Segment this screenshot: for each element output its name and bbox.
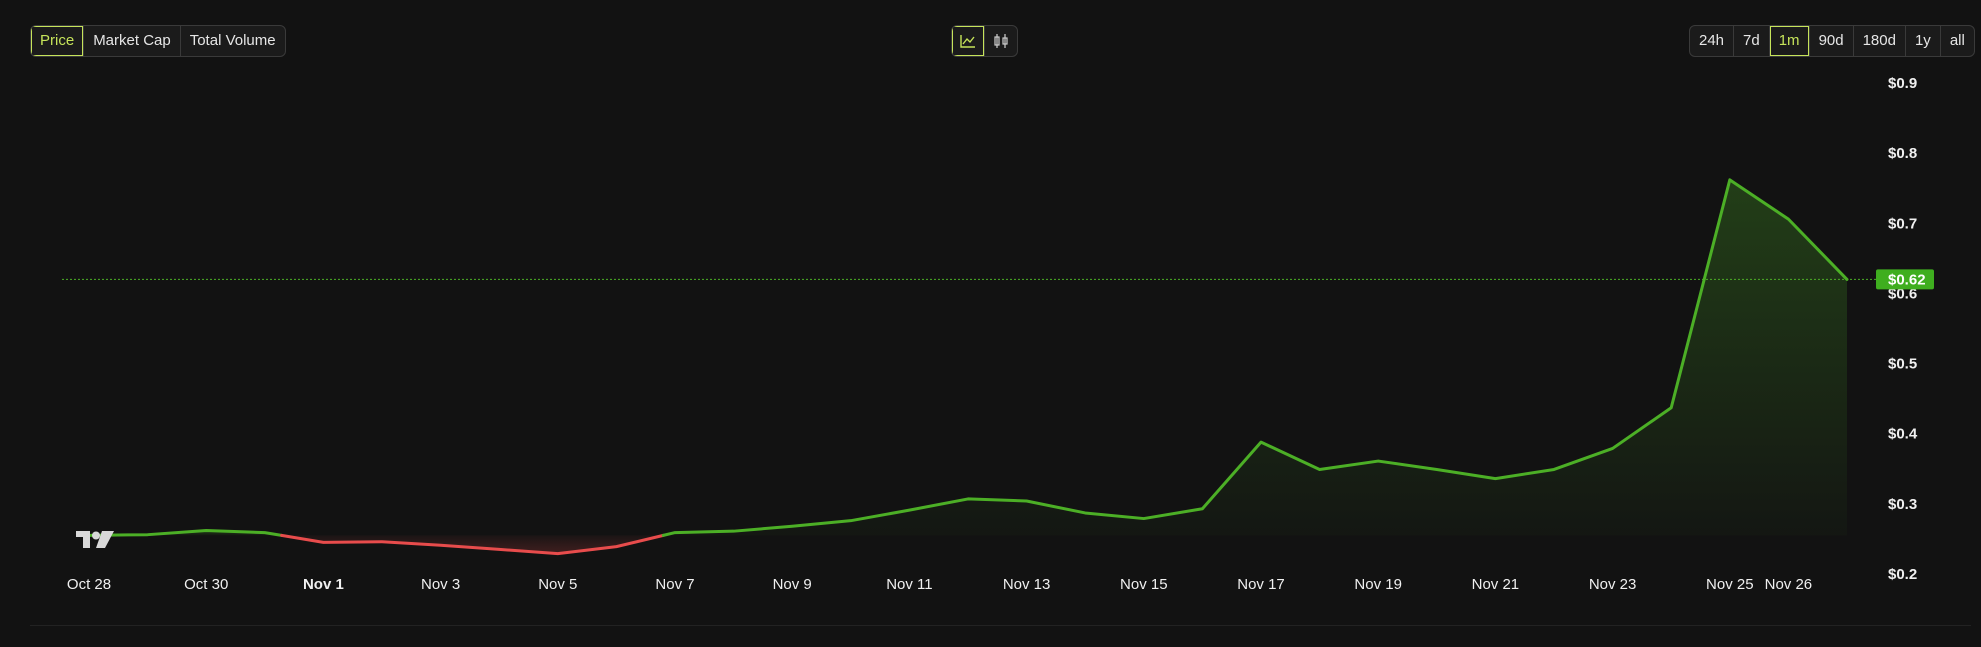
metric-tabs: Price Market Cap Total Volume	[30, 25, 286, 57]
tradingview-logo-icon	[76, 531, 114, 548]
y-tick-label: $0.3	[1888, 496, 1917, 513]
x-tick-label: Nov 21	[1472, 576, 1520, 593]
area-segment	[663, 179, 1847, 536]
tab-market-cap[interactable]: Market Cap	[84, 26, 181, 56]
y-tick-label: $0.6	[1888, 285, 1917, 302]
chart-type-toggle	[951, 25, 1018, 57]
line-chart-button[interactable]	[952, 26, 985, 56]
x-tick-label: Nov 19	[1354, 576, 1402, 593]
y-tick-label: $0.8	[1888, 145, 1917, 162]
x-tick-label: Nov 23	[1589, 576, 1637, 593]
x-tick-label: Nov 17	[1237, 576, 1285, 593]
candlestick-icon	[994, 34, 1008, 48]
x-tick-label: Nov 5	[538, 576, 577, 593]
line-chart-icon	[960, 35, 975, 48]
x-tick-label: Nov 26	[1765, 576, 1813, 593]
area-segment	[89, 530, 282, 536]
x-tick-label: Nov 1	[303, 576, 344, 593]
y-tick-label: $0.2	[1888, 566, 1917, 583]
tab-price[interactable]: Price	[31, 26, 85, 56]
x-tick-label: Oct 28	[67, 576, 111, 593]
price-line-down-segment	[280, 533, 665, 556]
price-line-up-segment	[87, 528, 284, 537]
bottom-divider	[30, 625, 1971, 626]
range-1y[interactable]: 1y	[1906, 26, 1941, 56]
price-line	[87, 178, 1849, 556]
price-chart: $0.2 $0.3 $0.4 $0.5 $0.6 $0.7 $0.8 $0.9 $0.62 Oc…	[62, 75, 1934, 593]
range-90d[interactable]: 90d	[1810, 26, 1854, 56]
x-tick-label: Nov 15	[1120, 576, 1168, 593]
range-180d[interactable]: 180d	[1854, 26, 1906, 56]
x-tick-label: Oct 30	[184, 576, 228, 593]
area-segment	[281, 535, 664, 554]
x-tick-label: Nov 25	[1706, 576, 1754, 593]
x-tick-label: Nov 7	[655, 576, 694, 593]
x-tick-label: Nov 9	[773, 576, 812, 593]
time-range-tabs: 24h 7d 1m 90d 180d 1y all	[1689, 25, 1975, 57]
range-7d[interactable]: 7d	[1734, 26, 1770, 56]
candlestick-chart-button[interactable]	[985, 26, 1017, 56]
x-axis: Oct 28 Oct 30 Nov 1 Nov 3 Nov 5 Nov 7 Nov 9 Nov…	[67, 576, 1812, 593]
x-tick-label: Nov 13	[1003, 576, 1051, 593]
range-all[interactable]: all	[1941, 26, 1974, 56]
range-24h[interactable]: 24h	[1690, 26, 1735, 56]
y-tick-label: $0.5	[1888, 356, 1917, 373]
range-1m[interactable]: 1m	[1770, 26, 1810, 56]
price-line-up-segment	[661, 178, 1849, 537]
y-tick-label: $0.7	[1888, 215, 1917, 232]
x-tick-label: Nov 3	[421, 576, 460, 593]
y-axis: $0.2 $0.3 $0.4 $0.5 $0.6 $0.7 $0.8 $0.9 $0.62	[1876, 75, 1934, 583]
y-tick-label: $0.9	[1888, 75, 1917, 92]
x-tick-label: Nov 11	[886, 576, 932, 593]
area-fill	[89, 179, 1847, 554]
current-price-label: $0.62	[1888, 271, 1926, 288]
y-tick-label: $0.4	[1888, 426, 1918, 443]
current-price-tag	[1876, 269, 1934, 290]
tab-total-volume[interactable]: Total Volume	[181, 26, 285, 56]
